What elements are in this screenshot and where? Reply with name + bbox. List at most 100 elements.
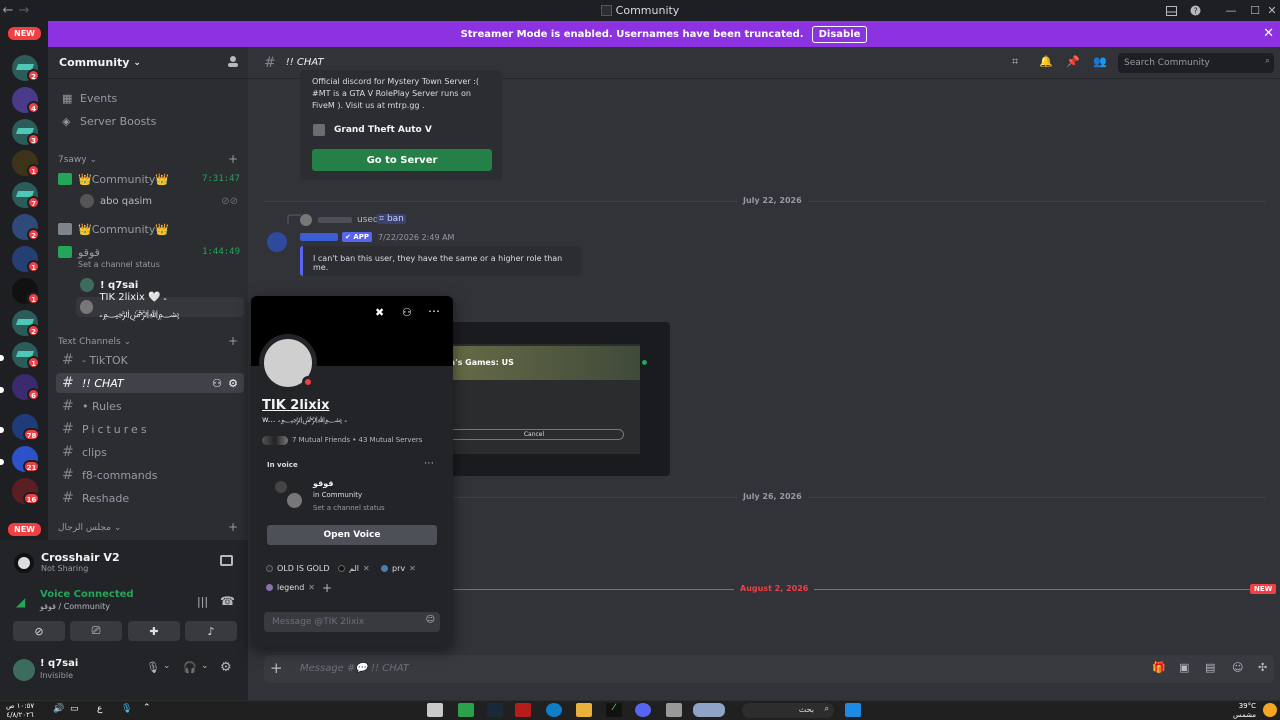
camera-off-button[interactable]: ⊘ [13, 621, 65, 641]
server-header[interactable]: Community ⌄ [48, 47, 248, 79]
gear-icon[interactable]: ⚙ [220, 660, 232, 675]
voice-user[interactable]: TIK 2lixix 🤍 ۦ ﷽ۦ [76, 292, 244, 320]
volume-icon[interactable]: 🔊 [53, 704, 64, 714]
app-icon[interactable] [515, 703, 531, 717]
bell-icon[interactable]: 🔔 [1039, 55, 1053, 68]
avatar[interactable] [13, 659, 35, 681]
activities-button[interactable]: ✚ [128, 621, 180, 641]
add-channel-icon[interactable]: + [228, 152, 238, 166]
add-attachment-icon[interactable]: + [270, 659, 283, 677]
search-input[interactable]: Search Community ⌕ [1118, 53, 1274, 73]
folder-icon[interactable] [576, 703, 592, 717]
sidebar-item-events[interactable]: ▦ Events [56, 88, 244, 108]
emoji-icon[interactable]: ☺ [1232, 661, 1243, 674]
user-name[interactable]: ! q7sai [40, 658, 78, 669]
remove-role-icon[interactable]: ✕ [363, 564, 370, 573]
channel-tiktok[interactable]: # - TikTOK [56, 350, 244, 370]
soundboard-button[interactable]: ♪ [185, 621, 237, 641]
app-icon[interactable] [458, 703, 474, 717]
unread-badge: 2 [27, 324, 40, 337]
redacted-botname[interactable] [300, 233, 338, 241]
edge-icon[interactable] [546, 703, 562, 717]
bot-avatar[interactable] [267, 232, 287, 252]
share-screen-button[interactable]: ⎚ [70, 621, 122, 641]
add-channel-icon[interactable]: + [228, 520, 238, 534]
close-window-icon[interactable]: ✕ [1264, 0, 1280, 21]
category-text-channels[interactable]: Text Channels ⌄ [58, 337, 131, 347]
app-icon[interactable]: ⁄ [606, 703, 622, 717]
voice-card[interactable]: قوقو in Community Set a channel status [267, 477, 437, 517]
channel-rules[interactable]: # • Rules [56, 396, 244, 416]
chevron-down-icon[interactable]: ⌄ [163, 661, 171, 671]
category-majlis[interactable]: مجلس الرجال ⌄ [58, 523, 121, 533]
emoji-icon[interactable]: ☺ [426, 615, 435, 625]
disable-button[interactable]: Disable [811, 25, 868, 43]
minimize-icon[interactable]: — [1219, 0, 1243, 21]
add-member-icon[interactable] [227, 55, 240, 68]
dm-input[interactable]: Message @TIK 2lixix ☺ [264, 612, 440, 632]
network-icon[interactable]: ▭ [70, 704, 79, 714]
add-friend-icon[interactable]: ⚇ [402, 306, 412, 319]
settings-icon[interactable]: ⚙ [228, 377, 238, 390]
channel-clips[interactable]: # clips [56, 442, 244, 462]
more-icon[interactable]: ⋯ [424, 458, 434, 469]
voice-channel[interactable]: 👑Community👑 7:31:47 [58, 169, 244, 189]
headphones-icon[interactable]: 🎧 [183, 661, 197, 674]
display-name[interactable]: TIK 2lixix [262, 398, 330, 413]
add-role-icon[interactable]: + [322, 581, 332, 595]
app-icon[interactable] [693, 703, 725, 717]
threads-icon[interactable]: ⌗ [1012, 55, 1018, 69]
help-icon[interactable]: ? [1183, 0, 1207, 21]
microphone-icon[interactable]: 🎙 [146, 661, 160, 674]
inbox-icon[interactable] [1159, 0, 1183, 21]
mutuals[interactable]: 7 Mutual Friends • 43 Mutual Servers [292, 436, 422, 444]
close-banner-icon[interactable]: ✕ [1263, 26, 1274, 41]
channel-status[interactable]: Set a channel status [78, 260, 160, 269]
gift-icon[interactable]: 🎁 [1152, 661, 1166, 674]
voice-location[interactable]: قوقو / Community [40, 602, 110, 611]
chevron-down-icon[interactable]: ⌄ [201, 661, 209, 671]
app-icon[interactable] [427, 703, 443, 717]
screen-share-icon[interactable] [220, 555, 233, 566]
members-icon[interactable]: 👥 [1093, 55, 1107, 68]
channel-reshade[interactable]: # Reshade [56, 488, 244, 508]
new-badge: NEW [6, 25, 43, 42]
start-icon[interactable] [845, 703, 861, 717]
remove-role-icon[interactable]: ✕ [409, 564, 416, 573]
channel-chat[interactable]: #!! CHAT ⚇ ⚙ [56, 373, 244, 393]
go-to-server-button[interactable]: Go to Server [312, 149, 492, 171]
app-icon[interactable] [666, 703, 682, 717]
noise-suppression-icon[interactable]: ||| [197, 595, 208, 608]
category-7sawy[interactable]: 7sawy ⌄ [58, 155, 97, 165]
back-icon[interactable]: ← [0, 3, 16, 18]
sidebar-item-boosts[interactable]: ◈ Server Boosts [56, 111, 244, 131]
forward-icon[interactable]: → [16, 3, 32, 18]
channel-f8-commands[interactable]: # f8-commands [56, 465, 244, 485]
discord-icon[interactable] [635, 703, 651, 717]
chevron-up-icon[interactable]: ⌃ [143, 703, 151, 713]
voice-channel[interactable]: 👑Community👑 [58, 219, 244, 239]
apps-icon[interactable]: ✣ [1258, 661, 1267, 674]
invite-icon[interactable]: ⚇ [212, 377, 222, 390]
remove-role-icon[interactable]: ✕ [308, 583, 315, 592]
role-color-dot [266, 584, 273, 591]
gif-icon[interactable]: ▣ [1179, 661, 1189, 674]
voice-user[interactable]: abo qasim ⊘⊘ [76, 191, 244, 211]
language-indicator[interactable]: ع [97, 704, 102, 714]
voice-connected-label[interactable]: Voice Connected [40, 589, 134, 600]
avatar [300, 214, 312, 226]
disconnect-icon[interactable]: ☎ [220, 594, 235, 608]
pin-icon[interactable]: 📌 [1066, 55, 1080, 68]
command-mention[interactable]: ⌗ ban [377, 214, 406, 224]
weather-widget[interactable]: 39°C مشمس [1216, 702, 1256, 720]
message-input[interactable]: + Message #💬 !! CHAT 🎁 ▣ ▤ ☺ ✣ [264, 655, 1274, 683]
more-icon[interactable]: ⋯ [428, 304, 440, 318]
add-channel-icon[interactable]: + [228, 334, 238, 348]
open-voice-button[interactable]: Open Voice [267, 525, 437, 545]
voice-activity-icon[interactable]: ✖ [375, 306, 384, 319]
voice-channel[interactable]: قوقو 1:44:49 [58, 242, 244, 262]
steam-icon[interactable] [487, 703, 503, 717]
channel-pictures[interactable]: # Pictures [56, 419, 244, 439]
sticker-icon[interactable]: ▤ [1205, 661, 1215, 674]
taskbar-search[interactable]: بحث ⌕ [742, 703, 834, 718]
